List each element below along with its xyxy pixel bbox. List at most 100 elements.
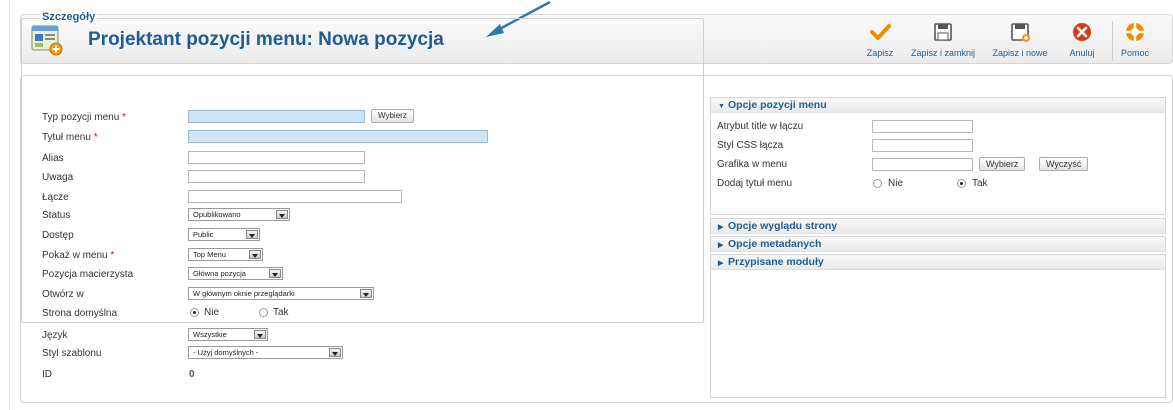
alias-row: Alias	[42, 151, 682, 167]
target-window-value: W głównym oknie przeglądarki	[193, 289, 295, 298]
save-new-label: Zapisz i nowe	[992, 48, 1048, 58]
add-title-yes-label: Tak	[972, 178, 988, 189]
id-row: ID 0	[42, 367, 682, 383]
template-style-label: Styl szablonu	[42, 348, 102, 359]
checkmark-icon	[870, 24, 891, 40]
save-close-label: Zapisz i zamknij	[910, 48, 975, 58]
chevron-down-icon	[249, 250, 261, 259]
cancel-button[interactable]: Anuluj	[1062, 21, 1102, 61]
link-options-panel: ▼ Opcje pozycji menu	[710, 97, 1166, 215]
status-label: Status	[42, 210, 71, 221]
assigned-modules-header[interactable]: ▶ Przypisane moduły	[711, 255, 1165, 270]
default-page-no-label: Nie	[204, 307, 220, 318]
image-clear-button[interactable]: Wyczyść	[1039, 157, 1089, 171]
toolbar: Zapisz Zapisz i zamknij Zapisz i nowe An…	[862, 21, 1172, 61]
add-title-row: Dodaj tytuł menu Nie Tak	[717, 177, 1157, 191]
title-attr-input[interactable]	[872, 120, 973, 133]
target-window-select[interactable]: W głównym oknie przeglądarki	[188, 287, 374, 300]
language-row: Język Wszystkie	[42, 328, 682, 344]
link-options-title: Opcje pozycji menu	[728, 99, 827, 111]
collapsed-triangle-icon: ▶	[718, 260, 724, 267]
add-title-no-radio[interactable]	[873, 179, 882, 188]
menu-title-label: Tytuł menu	[42, 132, 91, 143]
save-new-button[interactable]: Zapisz i nowe	[986, 21, 1054, 61]
access-label: Dostęp	[42, 230, 74, 241]
default-page-row: Strona domyślna Nie Tak	[42, 306, 682, 322]
menu-item-type-row: Typ pozycji menu * Wybierz	[42, 109, 682, 126]
right-column-frame	[710, 270, 1166, 398]
template-style-row: Styl szablonu - Użyj domyślnych -	[42, 346, 682, 362]
menu-select[interactable]: Top Menu	[188, 248, 263, 261]
help-button[interactable]: Pomoc	[1118, 21, 1152, 61]
left-divider	[9, 0, 10, 410]
collapsed-triangle-icon: ▶	[718, 224, 724, 231]
language-select[interactable]: Wszystkie	[188, 328, 268, 341]
menu-image-row: Grafika w menu Wybierz Wyczyść	[717, 157, 1157, 172]
title-attr-label: Atrybut title w łączu	[717, 121, 804, 132]
parent-item-row: Pozycja macierzysta Główna pozycja	[42, 267, 682, 283]
link-options-header[interactable]: ▼ Opcje pozycji menu	[711, 98, 1165, 113]
save-label: Zapisz	[866, 48, 894, 58]
menu-image-label: Grafika w menu	[717, 159, 788, 170]
access-select[interactable]: Public	[188, 228, 260, 241]
template-style-select[interactable]: - Użyj domyślnych -	[188, 346, 343, 359]
css-style-row: Styl CSS łącza	[717, 139, 1157, 153]
default-page-label: Strona domyślna	[42, 308, 118, 319]
save-close-button[interactable]: Zapisz i zamknij	[904, 21, 982, 61]
page-display-header[interactable]: ▶ Opcje wyglądu strony	[711, 219, 1165, 234]
status-value: Opublikowano	[193, 210, 241, 219]
id-label: ID	[42, 369, 52, 380]
access-row: Dostęp Public	[42, 228, 682, 244]
parent-item-select[interactable]: Główna pozycja	[188, 267, 283, 280]
show-in-menu-row: Pokaż w menu * Top Menu	[42, 248, 682, 264]
save-close-icon	[934, 23, 952, 41]
note-input[interactable]	[188, 170, 365, 183]
menu-value: Top Menu	[193, 250, 226, 259]
chevron-down-icon	[254, 330, 266, 339]
save-new-icon	[1011, 23, 1030, 42]
menu-item-type-label: Typ pozycji menu	[42, 112, 120, 123]
chevron-down-icon	[276, 210, 288, 219]
save-button[interactable]: Zapisz	[862, 21, 898, 61]
note-row: Uwaga	[42, 170, 682, 186]
parent-item-value: Główna pozycja	[193, 269, 246, 278]
link-input[interactable]	[188, 190, 402, 203]
alias-input[interactable]	[188, 151, 365, 164]
add-title-yes-radio[interactable]	[957, 179, 966, 188]
assigned-modules-panel: ▶ Przypisane moduły	[710, 254, 1166, 270]
id-value: 0	[189, 369, 195, 380]
menu-image-input[interactable]	[872, 158, 973, 171]
alias-label: Alias	[42, 153, 64, 164]
css-style-input[interactable]	[872, 139, 973, 152]
add-title-no-label: Nie	[888, 178, 904, 189]
cancel-icon	[1073, 23, 1091, 41]
template-style-value: - Użyj domyślnych -	[193, 348, 259, 357]
chevron-down-icon	[269, 269, 281, 278]
target-window-row: Otwórz w W głównym oknie przeglądarki	[42, 287, 682, 303]
page-display-title: Opcje wyglądu strony	[728, 220, 838, 232]
default-page-no-radio[interactable]	[190, 308, 199, 317]
image-select-button[interactable]: Wybierz	[979, 157, 1026, 171]
title-attr-row: Atrybut title w łączu	[717, 120, 1157, 134]
default-page-yes-radio[interactable]	[259, 308, 268, 317]
select-type-button[interactable]: Wybierz	[371, 109, 414, 123]
menu-title-input[interactable]	[188, 130, 488, 143]
cancel-label: Anuluj	[1069, 48, 1095, 58]
metadata-panel: ▶ Opcje metadanych	[710, 236, 1166, 252]
menu-item-type-input[interactable]	[188, 110, 365, 123]
help-icon	[1126, 23, 1144, 41]
default-page-yes-label: Tak	[273, 307, 289, 318]
metadata-header[interactable]: ▶ Opcje metadanych	[711, 237, 1165, 252]
details-legend: Szczegóły	[40, 11, 98, 23]
language-value: Wszystkie	[193, 330, 227, 339]
chevron-down-icon	[246, 230, 258, 239]
chevron-down-icon	[360, 289, 372, 298]
access-value: Public	[193, 230, 214, 239]
show-in-menu-label: Pokaż w menu	[42, 250, 108, 261]
language-label: Język	[42, 330, 68, 341]
link-row: Łącze	[42, 190, 682, 206]
add-title-label: Dodaj tytuł menu	[717, 178, 793, 189]
status-select[interactable]: Opublikowano	[188, 208, 290, 221]
help-label: Pomoc	[1120, 48, 1149, 58]
target-window-label: Otwórz w	[42, 289, 84, 300]
